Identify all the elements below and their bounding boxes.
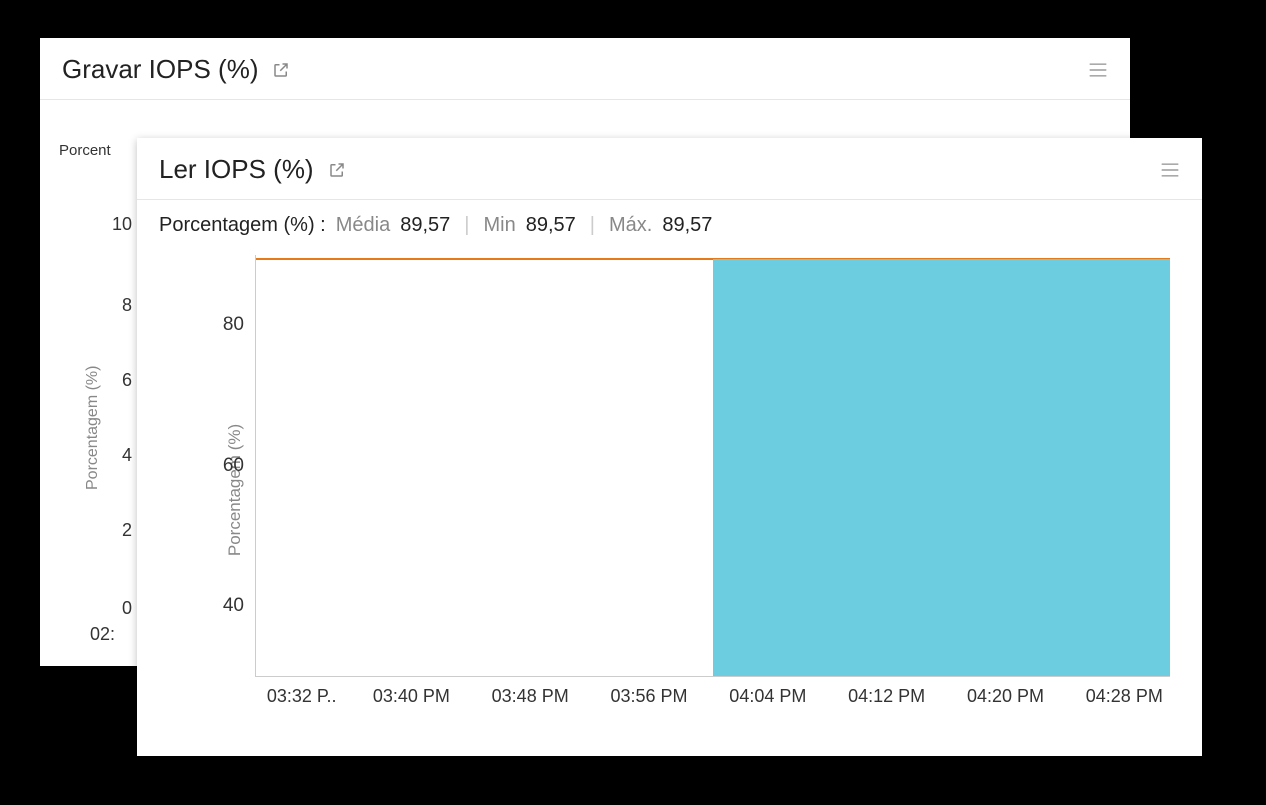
back-ytick: 10 (102, 214, 132, 235)
xtick: 04:28 PM (1086, 676, 1163, 707)
chart: Porcentagem (%) 80 60 40 03:32 P.. 03:40… (159, 255, 1180, 725)
back-ytick: 2 (102, 520, 132, 541)
stat-value: 89,57 (662, 214, 712, 237)
panel-title-text: Ler IOPS (%) (159, 154, 314, 185)
xtick: 03:56 PM (610, 676, 687, 707)
back-xtick: 02: (90, 624, 115, 645)
xtick: 03:48 PM (492, 676, 569, 707)
panel-title: Gravar IOPS (%) (62, 54, 290, 85)
hamburger-menu-icon[interactable] (1160, 162, 1180, 178)
xtick: 03:32 P.. (267, 676, 337, 707)
ytick: 40 (223, 595, 256, 617)
panel-title: Ler IOPS (%) (159, 154, 346, 185)
panel-header: Gravar IOPS (%) (40, 38, 1130, 100)
hamburger-menu-icon[interactable] (1088, 62, 1108, 78)
popout-icon[interactable] (328, 161, 346, 179)
y-axis-label: Porcentagem (%) (225, 424, 245, 556)
panel-ler-iops: Ler IOPS (%) Porcentagem (%) : Média 89,… (137, 138, 1202, 756)
back-ytick: 8 (102, 295, 132, 316)
back-ytick: 4 (102, 445, 132, 466)
back-y-label-truncated: Porcent (59, 142, 111, 159)
stat-name: Min (483, 214, 515, 237)
area-fill (713, 259, 1170, 676)
stats-row: Porcentagem (%) : Média 89,57 | Min 89,5… (137, 200, 1202, 237)
panel-header: Ler IOPS (%) (137, 138, 1202, 200)
xtick: 04:04 PM (729, 676, 806, 707)
back-ytick: 6 (102, 370, 132, 391)
ytick: 80 (223, 314, 256, 336)
stat-name: Média (336, 214, 390, 237)
stats-label: Porcentagem (%) : (159, 214, 326, 237)
stat-name: Máx. (609, 214, 652, 237)
stat-value: 89,57 (400, 214, 450, 237)
plot-area: 80 60 40 03:32 P.. 03:40 PM 03:48 PM 03:… (255, 255, 1170, 677)
divider: | (460, 214, 473, 237)
stat-value: 89,57 (526, 214, 576, 237)
ytick: 60 (223, 455, 256, 477)
xtick: 03:40 PM (373, 676, 450, 707)
divider: | (586, 214, 599, 237)
back-ytick: 0 (102, 598, 132, 619)
xtick: 04:12 PM (848, 676, 925, 707)
back-y-axis-label: Porcentagem (%) (84, 366, 102, 491)
popout-icon[interactable] (272, 61, 290, 79)
panel-title-text: Gravar IOPS (%) (62, 54, 258, 85)
xtick: 04:20 PM (967, 676, 1044, 707)
